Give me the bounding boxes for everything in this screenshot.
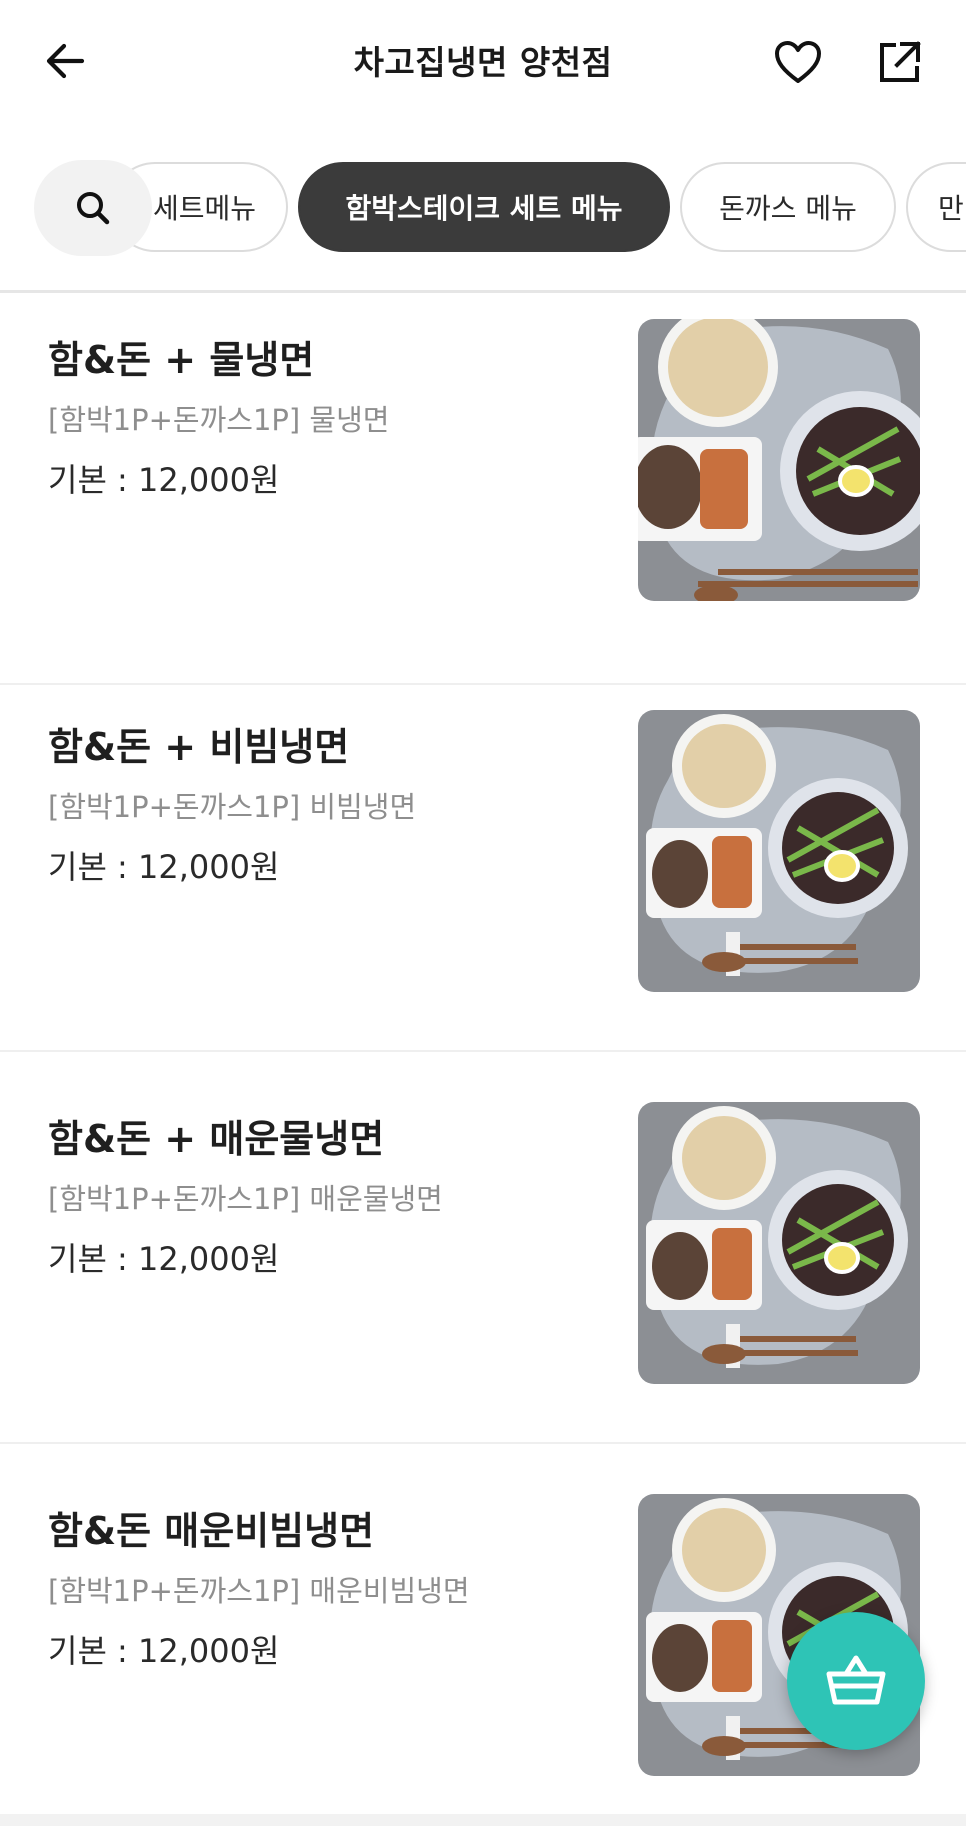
food-photo-image bbox=[638, 710, 920, 992]
category-tab-bar: 세트메뉴 함박스테이크 세트 메뉴 돈까스 메뉴 만 bbox=[0, 150, 966, 270]
search-icon bbox=[77, 192, 110, 225]
menu-search-button[interactable] bbox=[34, 160, 152, 256]
heart-outline-icon bbox=[775, 41, 821, 83]
bottom-edge bbox=[0, 1814, 966, 1826]
menu-item-price: 기본 : 12,000원 bbox=[48, 1240, 280, 1278]
menu-item-description: [함박1P+돈까스1P] 매운물냉면 bbox=[48, 1182, 443, 1216]
top-app-bar: 차고집냉면 양천점 bbox=[0, 0, 966, 130]
favorite-button[interactable] bbox=[766, 30, 830, 94]
menu-item[interactable]: 함&돈 + 매운물냉면 [함박1P+돈까스1P] 매운물냉면 기본 : 12,0… bbox=[0, 1052, 966, 1444]
menu-item-name: 함&돈 + 물냉면 bbox=[48, 338, 315, 382]
menu-item-name: 함&돈 매운비빔냉면 bbox=[48, 1509, 375, 1553]
menu-item[interactable]: 함&돈 + 비빔냉면 [함박1P+돈까스1P] 비빔냉면 기본 : 12,000… bbox=[0, 660, 966, 1052]
share-button[interactable] bbox=[868, 30, 932, 94]
chip-label: 세트메뉴 bbox=[152, 192, 256, 225]
menu-item-name: 함&돈 + 매운물냉면 bbox=[48, 1117, 385, 1161]
cart-button[interactable] bbox=[787, 1612, 925, 1750]
menu-item-description: [함박1P+돈까스1P] 물냉면 bbox=[48, 403, 390, 437]
shopping-basket-icon bbox=[826, 1655, 886, 1705]
share-external-icon bbox=[880, 41, 921, 82]
menu-item-name: 함&돈 + 비빔냉면 bbox=[48, 725, 350, 769]
chip-label: 만 bbox=[938, 192, 964, 225]
food-photo-image bbox=[638, 1102, 920, 1384]
menu-item-price: 기본 : 12,000원 bbox=[48, 848, 280, 886]
menu-item-price: 기본 : 12,000원 bbox=[48, 1632, 280, 1670]
menu-item[interactable]: 함&돈 + 물냉면 [함박1P+돈까스1P] 물냉면 기본 : 12,000원 bbox=[0, 293, 966, 685]
menu-item-description: [함박1P+돈까스1P] 매운비빔냉면 bbox=[48, 1574, 470, 1608]
chip-label: 함박스테이크 세트 메뉴 bbox=[345, 192, 623, 225]
chip-label: 돈까스 메뉴 bbox=[719, 192, 857, 225]
food-photo-image bbox=[638, 319, 920, 601]
menu-item-photo bbox=[638, 1102, 920, 1384]
menu-item-photo bbox=[638, 710, 920, 992]
menu-item-photo bbox=[638, 319, 920, 601]
menu-item-price: 기본 : 12,000원 bbox=[48, 461, 280, 499]
menu-item-description: [함박1P+돈까스1P] 비빔냉면 bbox=[48, 790, 417, 824]
category-chip-hamburg-steak-set[interactable]: 함박스테이크 세트 메뉴 bbox=[298, 162, 670, 252]
category-chip-donkatsu[interactable]: 돈까스 메뉴 bbox=[680, 162, 896, 252]
category-chip-next[interactable]: 만 bbox=[906, 162, 966, 252]
